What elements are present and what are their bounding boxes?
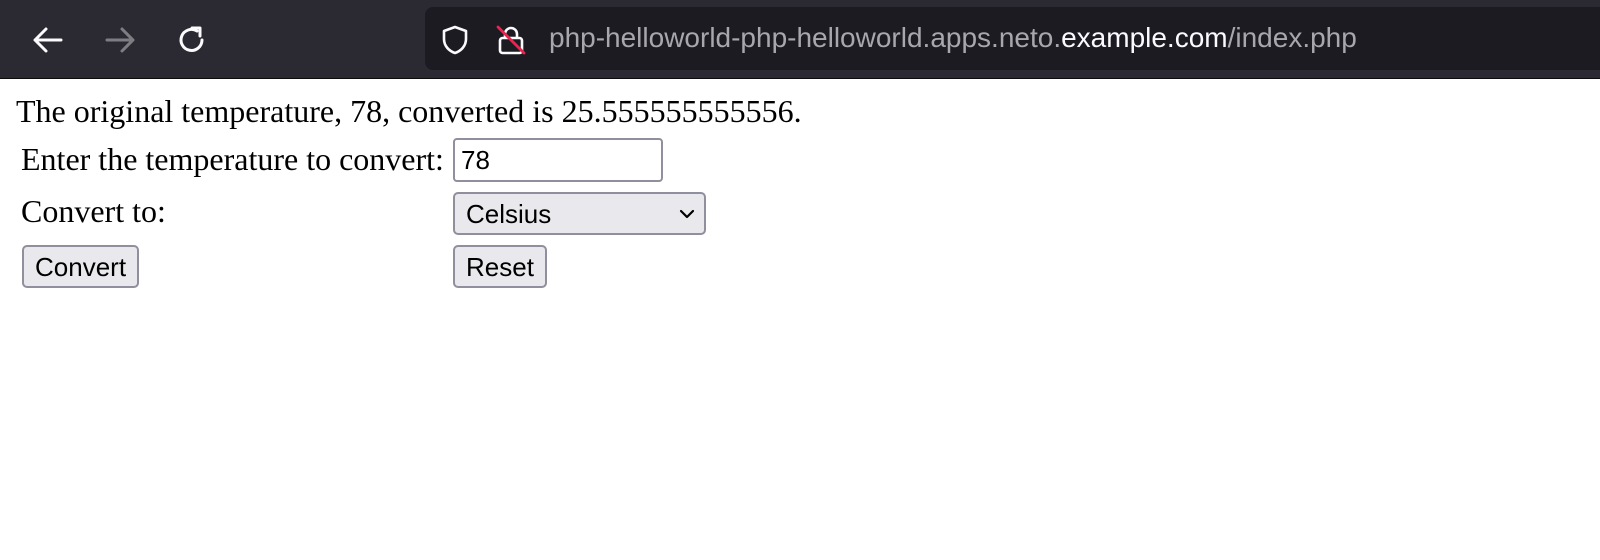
convert-to-select[interactable]: Celsius [453, 192, 706, 235]
temperature-input[interactable] [453, 138, 663, 182]
reset-button[interactable]: Reset [453, 245, 547, 288]
forward-button[interactable] [100, 20, 140, 60]
temperature-label: Enter the temperature to convert: [21, 141, 444, 177]
reload-button[interactable] [172, 20, 212, 60]
conversion-result: The original temperature, 78, converted … [16, 93, 802, 129]
url-prefix: php-helloworld-php-helloworld.apps.neto. [549, 22, 1062, 53]
browser-toolbar: php-helloworld-php-helloworld.apps.neto.… [0, 0, 1600, 79]
shield-icon[interactable] [439, 24, 471, 56]
back-button[interactable] [28, 20, 68, 60]
reload-icon [179, 26, 204, 52]
convert-to-selected-value: Celsius [466, 199, 552, 229]
back-arrow-icon [33, 27, 63, 53]
url-path: /index.php [1227, 22, 1357, 53]
convert-to-label: Convert to: [21, 193, 166, 229]
url-host: example.com [1061, 22, 1228, 53]
url-bar[interactable]: php-helloworld-php-helloworld.apps.neto.… [425, 7, 1600, 70]
insecure-lock-icon[interactable] [495, 24, 527, 56]
convert-button[interactable]: Convert [22, 245, 140, 288]
forward-arrow-icon [105, 27, 135, 53]
url-text[interactable]: php-helloworld-php-helloworld.apps.neto.… [549, 21, 1357, 55]
chevron-down-icon [679, 209, 695, 219]
page-content: The original temperature, 78, converted … [0, 79, 1600, 560]
